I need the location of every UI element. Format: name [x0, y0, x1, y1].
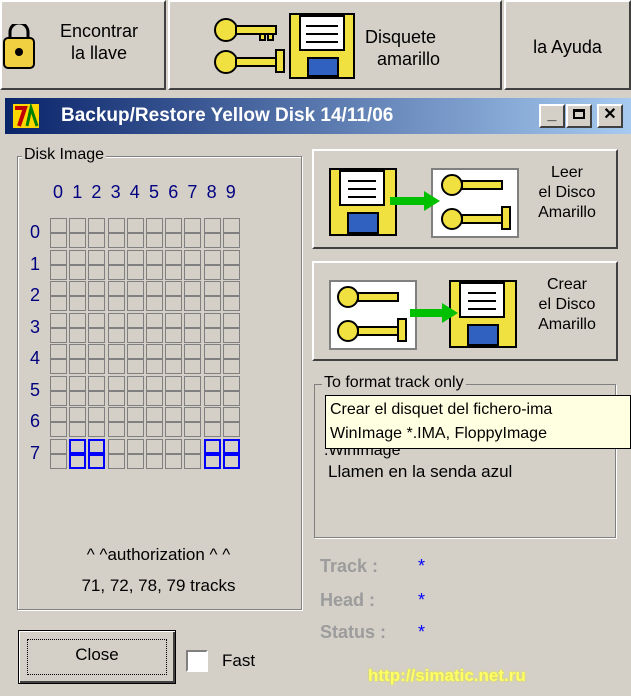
create-label-3: Amarillo	[538, 316, 596, 333]
tooltip-line-1: Crear el disquet del fichero-ima	[330, 401, 553, 418]
create-disk-button[interactable]: Crear el Disco Amarillo	[312, 261, 618, 361]
read-label-1: Leer	[550, 164, 584, 181]
read-disk-button[interactable]: Leer el Disco Amarillo	[312, 149, 618, 249]
create-disk-tooltip: Crear el disquet del fichero-ima WinImag…	[325, 395, 631, 449]
help-label: la Ayuda	[533, 37, 602, 57]
info-line-blue-path: Llamen en la senda azul	[328, 462, 513, 481]
disk-image-group	[17, 156, 302, 610]
tooltip-line-2: WinImage *.IMA, FloppyImage	[330, 425, 547, 442]
close-button[interactable]: Close	[18, 630, 176, 684]
tracks-caption: 71, 72, 78, 79 tracks	[81, 576, 236, 595]
key-lock-icon	[2, 21, 42, 74]
fast-checkbox[interactable]	[186, 650, 208, 672]
create-label-2: el Disco	[538, 296, 596, 313]
minimize-button[interactable]: _	[539, 104, 565, 128]
window-title-bar[interactable]: Backup/Restore Yellow Disk 14/11/06 _ ✕	[5, 98, 631, 134]
yellow-disk-button[interactable]: Disquete amarillo	[168, 0, 502, 90]
track-value: *	[418, 556, 426, 576]
footer-url-link[interactable]: http://simatic.net.ru	[368, 666, 526, 686]
read-label-3: Amarillo	[538, 204, 596, 221]
read-label-2: el Disco	[538, 184, 596, 201]
yellow-disk-label-2: amarillo	[377, 49, 441, 69]
status-value: *	[418, 622, 426, 642]
key-to-disk-icon	[328, 275, 520, 351]
info-legend: To format track only	[322, 374, 466, 392]
create-label-1: Crear	[546, 276, 587, 293]
status-label: Status :	[320, 622, 387, 642]
yellow-disk-label-1: Disquete	[365, 27, 437, 47]
maximize-button[interactable]	[566, 104, 592, 128]
close-window-button[interactable]: ✕	[597, 104, 623, 128]
disk-to-key-icon	[328, 163, 520, 239]
head-value: *	[418, 590, 426, 610]
app-logo-icon	[13, 102, 39, 130]
find-key-label-1: Encontrar	[59, 21, 139, 41]
authorization-caption: ^ ^authorization ^ ^	[86, 545, 231, 564]
fast-label: Fast	[222, 651, 256, 670]
disk-image-legend: Disk Image	[22, 146, 107, 164]
close-label: Close	[75, 645, 119, 664]
key-to-disk-icon	[210, 10, 360, 82]
track-label: Track :	[320, 556, 379, 576]
help-button[interactable]: la Ayuda	[504, 0, 631, 90]
find-key-button[interactable]: Encontrar la llave	[0, 0, 166, 90]
window-title: Backup/Restore Yellow Disk 14/11/06	[61, 105, 394, 126]
find-key-label-2: la llave	[70, 43, 128, 63]
head-label: Head :	[320, 590, 376, 610]
